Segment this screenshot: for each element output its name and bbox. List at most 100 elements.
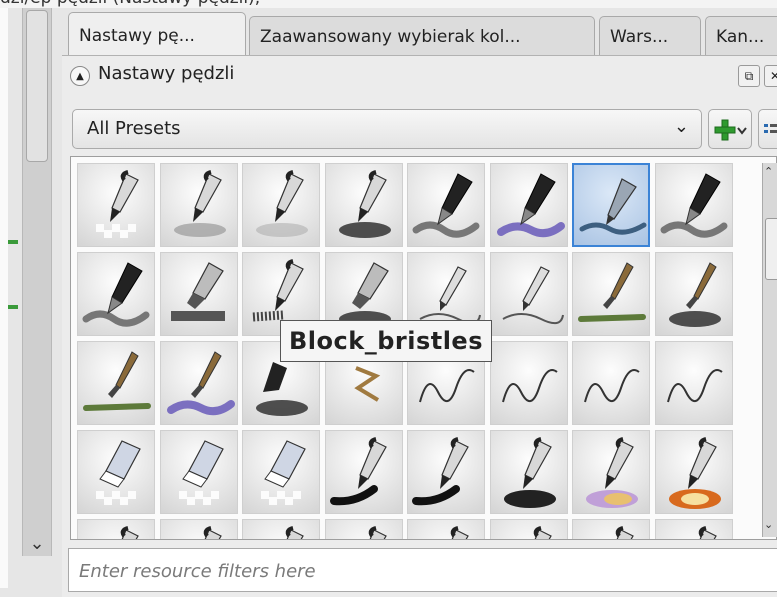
add-tag-button[interactable] bbox=[708, 109, 752, 149]
brush-preset-icon bbox=[496, 173, 565, 238]
scroll-down-arrow-icon[interactable]: ⌄ bbox=[764, 518, 773, 531]
tab-channels[interactable]: Kan... bbox=[705, 16, 777, 56]
brush-preset-thumbnail[interactable] bbox=[77, 519, 155, 539]
brush-preset-icon bbox=[261, 440, 306, 505]
brush-preset-thumbnail[interactable] bbox=[159, 341, 238, 425]
brush-preset-icon bbox=[666, 369, 723, 403]
tab-layers[interactable]: Wars... bbox=[599, 16, 701, 56]
brush-preset-icon bbox=[586, 437, 638, 508]
canvas-mark bbox=[8, 305, 18, 309]
grid-vertical-scrollbar[interactable]: ⌃ ⌄ bbox=[762, 163, 777, 537]
brush-preset-icon bbox=[503, 437, 556, 508]
preset-tooltip: Block_bristles bbox=[280, 320, 492, 362]
brush-preset-thumbnail[interactable] bbox=[77, 430, 155, 514]
brush-preset-icon bbox=[533, 526, 552, 539]
brush-preset-icon bbox=[579, 178, 647, 235]
brush-preset-thumbnail[interactable] bbox=[159, 163, 238, 247]
grid-scrollbar-handle[interactable] bbox=[765, 218, 777, 280]
brush-preset-thumbnail[interactable] bbox=[159, 252, 238, 336]
brush-preset-thumbnail[interactable] bbox=[654, 163, 733, 247]
brush-preset-icon bbox=[584, 369, 640, 403]
float-docker-icon[interactable]: ⧉ bbox=[738, 65, 760, 87]
brush-preset-thumbnail[interactable] bbox=[407, 519, 485, 539]
brush-preset-thumbnail[interactable] bbox=[159, 519, 238, 539]
brush-preset-icon bbox=[668, 437, 721, 509]
brush-preset-icon bbox=[501, 369, 558, 403]
brush-preset-icon bbox=[450, 526, 469, 539]
tab-label: Zaawansowany wybierak kol... bbox=[260, 26, 521, 47]
green-plus-icon bbox=[714, 119, 747, 141]
brush-preset-thumbnail[interactable] bbox=[242, 163, 320, 247]
brush-preset-icon bbox=[285, 526, 304, 539]
brush-preset-icon bbox=[173, 170, 226, 237]
tab-label: Wars... bbox=[610, 26, 669, 47]
brush-preset-thumbnail[interactable] bbox=[572, 519, 650, 539]
scroll-up-arrow-icon[interactable]: ⌃ bbox=[764, 165, 773, 178]
window-title-text: dzi/ep pędzli (Nastawy pędzli), bbox=[0, 0, 260, 8]
brush-preset-thumbnail[interactable] bbox=[572, 252, 650, 336]
brush-preset-icon bbox=[256, 170, 308, 237]
brush-preset-icon bbox=[120, 526, 139, 539]
panel-title: Nastawy pędzli bbox=[98, 63, 235, 84]
brush-preset-thumbnail[interactable] bbox=[572, 341, 650, 425]
brush-preset-thumbnail[interactable] bbox=[489, 519, 568, 539]
chevron-down-icon: ⌄ bbox=[673, 116, 689, 137]
scrollbar-handle[interactable] bbox=[26, 10, 48, 162]
scroll-down-arrow-icon[interactable]: ⌄ bbox=[22, 528, 52, 558]
brush-preset-thumbnail[interactable] bbox=[242, 430, 320, 514]
resource-filter-input[interactable] bbox=[77, 551, 741, 591]
brush-preset-icon bbox=[615, 526, 634, 539]
resource-filter-box[interactable] bbox=[68, 548, 777, 592]
brush-preset-icon bbox=[203, 526, 222, 539]
brush-preset-thumbnail[interactable] bbox=[407, 430, 485, 514]
canvas-mark bbox=[8, 240, 18, 244]
brush-preset-icon bbox=[668, 262, 721, 327]
brush-preset-thumbnail[interactable] bbox=[77, 341, 155, 425]
tab-label: Nastawy pę... bbox=[79, 25, 195, 46]
brush-preset-icon bbox=[82, 262, 150, 327]
brush-preset-thumbnail[interactable] bbox=[654, 252, 733, 336]
left-edge bbox=[0, 8, 8, 588]
preset-tag-combo[interactable]: All Presets ⌄ bbox=[72, 109, 702, 149]
brush-preset-icon bbox=[660, 173, 727, 238]
combo-selected-value: All Presets bbox=[87, 118, 181, 139]
brush-preset-icon bbox=[178, 440, 224, 505]
brush-preset-icon bbox=[338, 170, 391, 238]
tab-label: Kan... bbox=[716, 26, 765, 47]
tab-brush-presets[interactable]: Nastawy pę... bbox=[68, 12, 246, 58]
brush-preset-thumbnail[interactable] bbox=[324, 163, 403, 247]
brush-preset-icon bbox=[368, 526, 387, 539]
brush-preset-thumbnail[interactable] bbox=[159, 430, 238, 514]
brush-preset-icon bbox=[96, 440, 141, 505]
collapse-up-icon[interactable]: ▲ bbox=[70, 66, 90, 86]
brush-preset-thumbnail[interactable] bbox=[489, 163, 568, 247]
brush-preset-thumbnail[interactable] bbox=[572, 430, 650, 514]
tab-advanced-color-selector[interactable]: Zaawansowany wybierak kol... bbox=[249, 16, 595, 56]
brush-preset-thumbnail[interactable] bbox=[654, 341, 733, 425]
brush-preset-thumbnail[interactable] bbox=[77, 163, 155, 247]
canvas-vertical-scrollbar[interactable] bbox=[22, 8, 52, 556]
brush-preset-thumbnail[interactable] bbox=[489, 341, 568, 425]
brush-preset-thumbnail[interactable] bbox=[324, 430, 403, 514]
brush-preset-icon bbox=[96, 170, 139, 238]
brush-preset-icon bbox=[166, 351, 235, 416]
panel-header: ▲ Nastawy pędzli ⧉ ✕ bbox=[70, 62, 777, 92]
brush-preset-thumbnail[interactable] bbox=[407, 163, 485, 247]
brush-preset-icon bbox=[698, 526, 717, 539]
list-view-icon bbox=[764, 124, 777, 133]
brush-preset-thumbnail[interactable] bbox=[654, 519, 733, 539]
brush-preset-thumbnail[interactable] bbox=[489, 430, 568, 514]
brush-preset-icon bbox=[412, 437, 469, 506]
brush-preset-thumbnail[interactable] bbox=[77, 252, 155, 336]
brush-preset-icon bbox=[329, 437, 387, 506]
brush-preset-thumbnail[interactable] bbox=[324, 519, 403, 539]
brush-preset-thumbnail[interactable] bbox=[572, 163, 650, 247]
brush-preset-icon bbox=[83, 351, 151, 411]
brush-preset-icon bbox=[412, 173, 480, 238]
brush-preset-thumbnail[interactable] bbox=[654, 430, 733, 514]
view-mode-button[interactable] bbox=[758, 109, 777, 149]
close-docker-icon[interactable]: ✕ bbox=[764, 65, 777, 87]
docker-tabbar: Nastawy pę... Zaawansowany wybierak kol.… bbox=[68, 10, 777, 60]
brush-preset-thumbnail[interactable] bbox=[242, 519, 320, 539]
brush-preset-thumbnail[interactable] bbox=[489, 252, 568, 336]
